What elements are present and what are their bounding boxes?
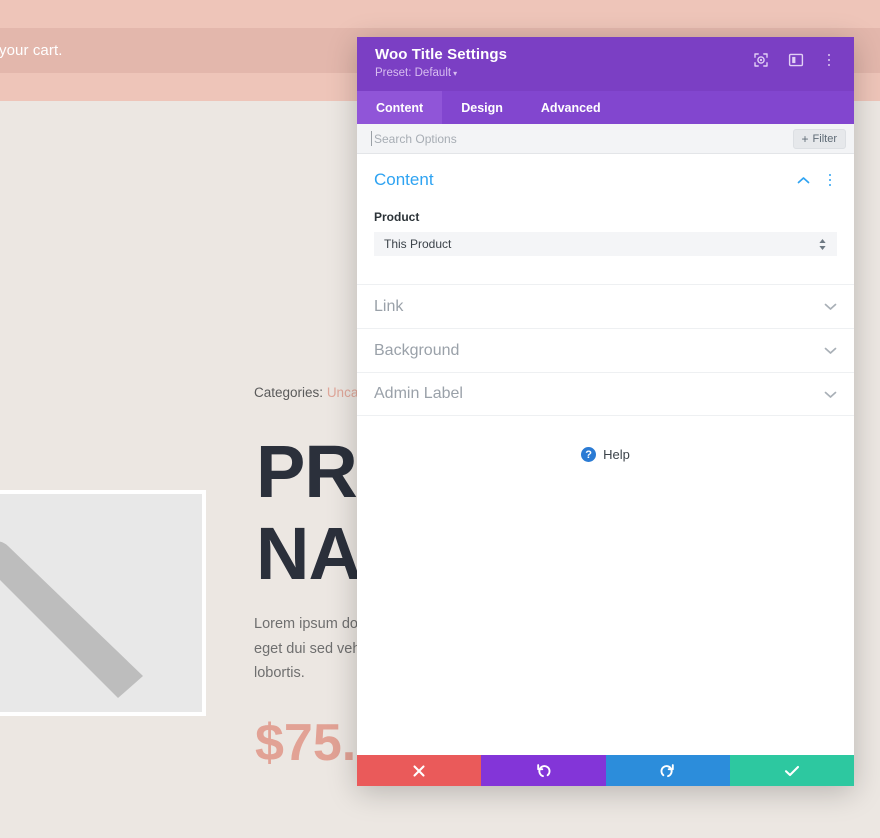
- cancel-button[interactable]: [357, 755, 482, 786]
- product-title-line-2: NA: [256, 512, 362, 595]
- chevron-down-icon: [824, 346, 837, 355]
- section-background-label: Background: [374, 341, 460, 359]
- focus-target-icon[interactable]: [752, 51, 770, 69]
- filter-button[interactable]: + Filter: [792, 128, 846, 149]
- redo-icon: [660, 763, 674, 777]
- section-content-header[interactable]: Content: [374, 170, 837, 196]
- select-stepper-icon: [818, 238, 827, 251]
- chevron-up-icon[interactable]: [797, 176, 810, 185]
- close-icon: [413, 764, 425, 777]
- help-label: Help: [603, 447, 630, 462]
- modal-body: Content Product This Product Link Backgr…: [357, 154, 854, 755]
- field-product-label: Product: [374, 210, 420, 224]
- categories-prefix: Categories:: [254, 385, 324, 400]
- chevron-down-icon: ▾: [453, 69, 458, 78]
- modal-title-group: Woo Title Settings Preset: Default ▾: [375, 46, 507, 79]
- plus-icon: +: [801, 131, 809, 146]
- tab-content[interactable]: Content: [357, 91, 443, 124]
- notice-band-top-spacer: [0, 0, 880, 28]
- more-options-icon[interactable]: [823, 173, 837, 187]
- preset-selector[interactable]: Preset: Default ▾: [375, 67, 507, 79]
- search-input[interactable]: [371, 131, 793, 146]
- tab-design[interactable]: Design: [442, 91, 522, 124]
- chevron-down-icon: [824, 390, 837, 399]
- preset-label: Preset: Default: [375, 67, 452, 79]
- image-placeholder-icon: [0, 541, 143, 699]
- modal-tabs: Content Design Advanced: [357, 91, 854, 124]
- screen-root: to your cart. Categories: Uncateg PR NA: [0, 0, 880, 838]
- help-icon: ?: [581, 447, 597, 462]
- field-product-value: This Product: [384, 237, 452, 251]
- section-background[interactable]: Background: [357, 328, 854, 372]
- product-title: PR NA: [256, 430, 362, 595]
- layout-columns-icon[interactable]: [787, 51, 805, 69]
- cart-notice-text: to your cart.: [0, 42, 63, 59]
- undo-button[interactable]: [481, 755, 606, 786]
- help-link[interactable]: ? Help: [357, 447, 854, 462]
- field-product: Product This Product: [374, 210, 837, 256]
- modal-footer: [357, 755, 854, 786]
- chevron-down-icon: [824, 302, 837, 311]
- section-link-label: Link: [374, 297, 404, 315]
- section-link[interactable]: Link: [357, 284, 854, 328]
- field-product-select[interactable]: This Product: [374, 232, 837, 256]
- redo-button[interactable]: [605, 755, 730, 786]
- gallery-image-placeholder: [0, 494, 202, 712]
- module-settings-modal: Woo Title Settings Preset: Default ▾ Con…: [357, 37, 854, 786]
- product-title-line-1: PR: [256, 430, 358, 513]
- undo-icon: [537, 763, 551, 777]
- text-cursor: [371, 131, 372, 146]
- modal-title: Woo Title Settings: [375, 46, 508, 63]
- section-admin-label[interactable]: Admin Label: [357, 372, 854, 416]
- search-options-bar: + Filter: [357, 124, 854, 154]
- filter-button-label: Filter: [812, 132, 837, 145]
- modal-header-actions: [752, 51, 836, 69]
- section-content-title: Content: [374, 170, 434, 189]
- section-content: Content Product This Product: [357, 154, 854, 256]
- check-icon: [784, 765, 799, 776]
- section-admin-label-label: Admin Label: [374, 385, 463, 402]
- more-options-icon[interactable]: [822, 53, 836, 67]
- save-button[interactable]: [729, 755, 854, 786]
- collapsed-sections: Link Background Admin Label: [357, 284, 854, 416]
- modal-header: Woo Title Settings Preset: Default ▾: [357, 37, 854, 91]
- section-content-actions: [797, 173, 837, 187]
- product-gallery[interactable]: [0, 490, 206, 716]
- tab-advanced[interactable]: Advanced: [522, 91, 620, 124]
